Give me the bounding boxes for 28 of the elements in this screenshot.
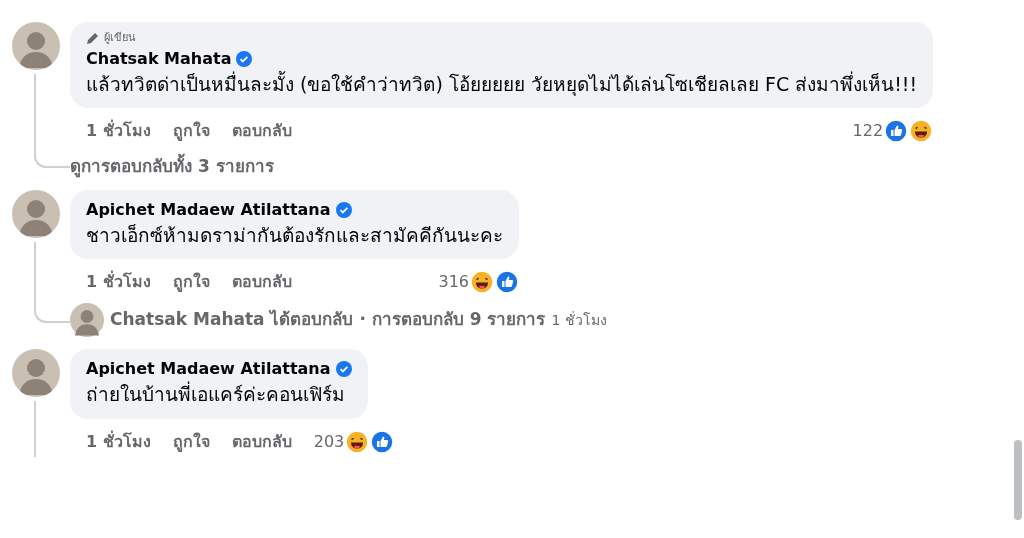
like-link[interactable]: ถูกใจ: [172, 119, 210, 144]
comment-text: แล้วทวิตด่าเป็นหมื่นละมั้ง (ขอใช้คำว่าทวิต) โอ้ยยยยย วัยหยุดไม่ได้เล่นโซเชียลเลย FC ส่งมาพึ่งเห็น!!!: [86, 70, 918, 98]
timestamp[interactable]: 1 ชั่วโมง: [86, 270, 151, 295]
reaction-count[interactable]: 203: [313, 429, 345, 454]
timestamp[interactable]: 1 ชั่วโมง: [86, 119, 151, 144]
reaction-count[interactable]: 316: [438, 270, 469, 295]
author-name[interactable]: Apichet Madaew Atilattana: [86, 357, 331, 382]
reply-summary-link[interactable]: Chatsak Mahata ได้ตอบกลับ · การตอบกลับ 9 รายการ: [110, 307, 546, 333]
reaction-count[interactable]: 122: [852, 119, 884, 144]
pencil-icon: [86, 31, 100, 46]
timestamp[interactable]: 1 ชั่วโมง: [86, 429, 151, 454]
like-link[interactable]: ถูกใจ: [172, 270, 210, 295]
scrollbar-thumb[interactable]: [1014, 440, 1022, 520]
like-link[interactable]: ถูกใจ: [172, 429, 210, 454]
view-replies-link[interactable]: ดูการตอบกลับทั้ง 3 รายการ: [70, 146, 274, 180]
avatar-silhouette[interactable]: [12, 22, 60, 70]
author-name[interactable]: Apichet Madaew Atilattana: [86, 197, 331, 222]
avatar-silhouette[interactable]: [70, 303, 104, 338]
comment-text: ชาวเอ็กซ์ห้ามดราม่ากันต้องรักและสามัคคีกันนะคะ: [86, 222, 503, 248]
comment-text: ถ่ายในบ้านพี่เอแคร์ค่ะคอนเฟิร์ม: [86, 381, 346, 408]
reply-time: 1 ชั่วโมง: [551, 310, 607, 330]
author-label: ผู้เขียน: [104, 30, 136, 46]
reply-link[interactable]: ตอบกลับ: [231, 270, 292, 295]
author-name[interactable]: Chatsak Mahata: [86, 46, 232, 71]
reply-link[interactable]: ตอบกลับ: [231, 429, 292, 454]
avatar-silhouette[interactable]: [12, 189, 60, 238]
reply-link[interactable]: ตอบกลับ: [231, 119, 292, 144]
avatar-silhouette[interactable]: [12, 349, 60, 398]
